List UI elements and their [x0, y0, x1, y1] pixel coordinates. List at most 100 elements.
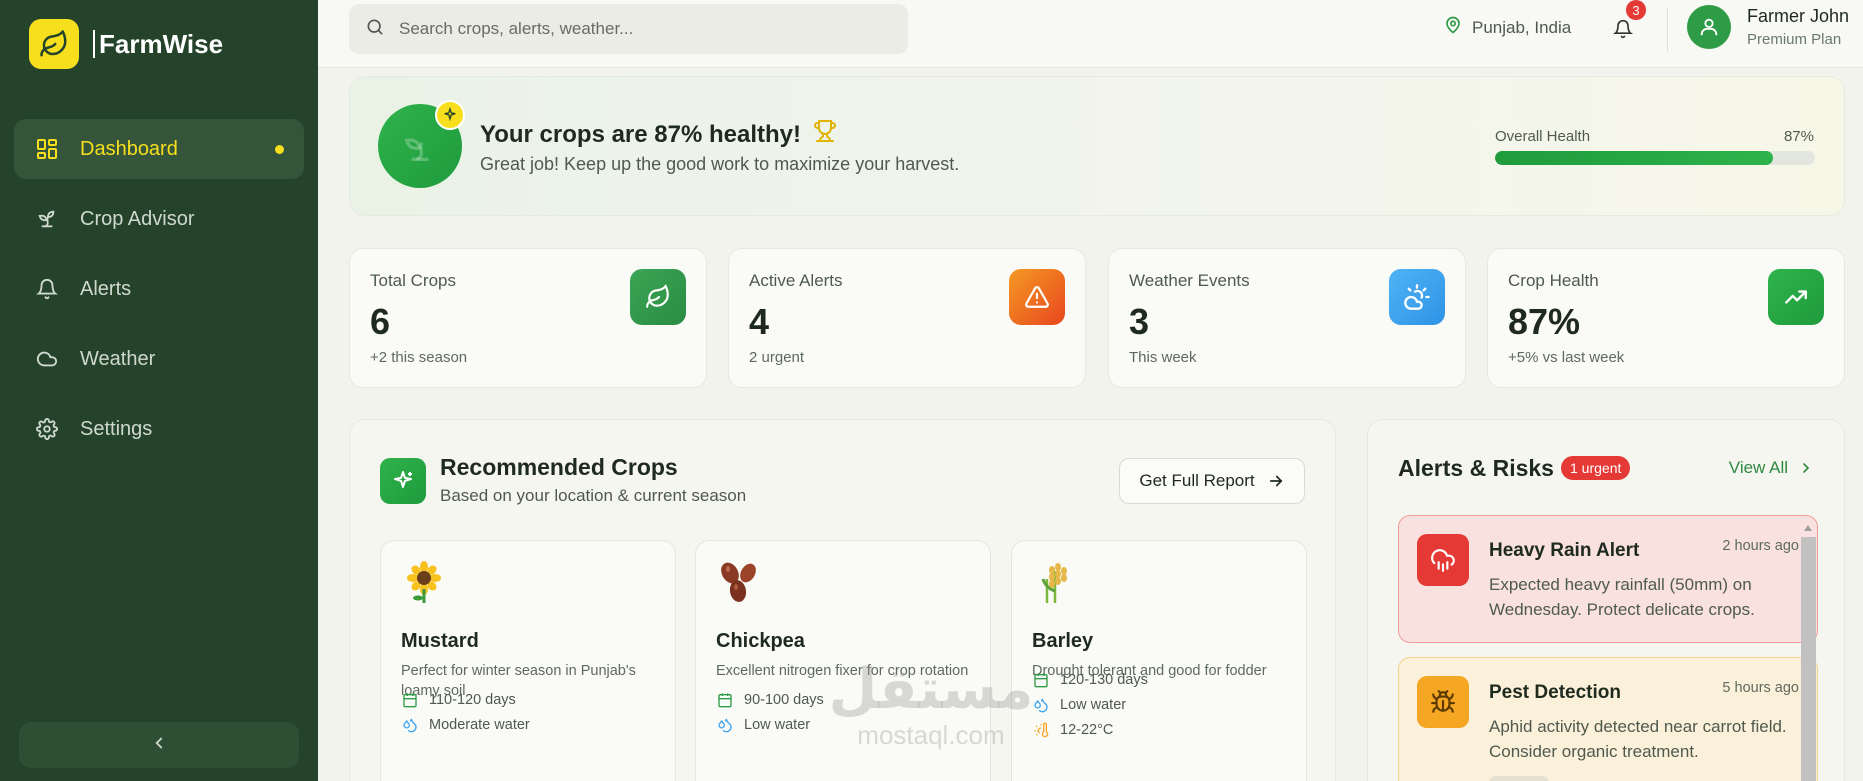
recommended-crops-subtitle: Based on your location & current season [440, 486, 747, 505]
arrow-right-icon [1267, 472, 1285, 490]
stat-label: Crop Health [1508, 271, 1599, 290]
alert-tag [1489, 776, 1549, 781]
sidebar-item-crop-advisor[interactable]: Crop Advisor [14, 189, 304, 249]
bell-icon [34, 276, 60, 302]
crop-water-text: Low water [744, 717, 811, 733]
scroll-thumb[interactable] [1801, 537, 1816, 781]
alerts-title: Alerts & Risks [1398, 455, 1554, 481]
sidebar-item-label: Crop Advisor [80, 207, 195, 230]
map-pin-icon [1444, 16, 1462, 39]
user-menu[interactable]: Farmer John Premium Plan [1687, 5, 1849, 49]
crop-temp-row: 12-22°C [1032, 721, 1113, 739]
crop-card-barley[interactable]: Barley Drought tolerant and good for fod… [1011, 540, 1307, 781]
stat-sub: +2 this season [370, 349, 468, 366]
user-name: Farmer John [1747, 6, 1850, 26]
sunflower-icon [401, 559, 447, 605]
crop-duration-row: 120-130 days [1032, 671, 1148, 689]
view-all-link[interactable]: View All [1729, 458, 1814, 478]
watermark: مستقل mostaql.com [826, 660, 1036, 751]
crop-name: Mustard [401, 630, 479, 652]
recommended-crops-title: Recommended Crops [440, 454, 678, 480]
search-input[interactable] [399, 19, 879, 39]
sidebar-item-settings[interactable]: Settings [14, 399, 304, 459]
alert-card-pest-detection[interactable]: Pest Detection 5 hours ago Aphid activit… [1398, 657, 1818, 781]
brand[interactable]: FarmWise [29, 19, 223, 69]
sparkle-icon [435, 100, 465, 130]
sun-cloud-icon [1389, 269, 1445, 325]
collapse-sidebar-button[interactable] [19, 722, 299, 768]
alert-card-heavy-rain[interactable]: Heavy Rain Alert 2 hours ago Expected he… [1398, 515, 1818, 643]
chevron-right-icon [1798, 460, 1814, 476]
droplets-icon [716, 716, 734, 734]
stat-value: 6 [370, 301, 391, 342]
crop-duration-row: 110-120 days [401, 691, 516, 709]
stat-card-weather-events[interactable]: Weather Events 3 This week [1108, 248, 1466, 388]
crop-card-mustard[interactable]: Mustard Perfect for winter season in Pun… [380, 540, 676, 781]
stat-value: 87% [1508, 301, 1581, 342]
trend-up-icon [1768, 269, 1824, 325]
stat-card-total-crops[interactable]: Total Crops 6 +2 this season [349, 248, 707, 388]
rain-cloud-icon [1417, 534, 1469, 586]
wheat-icon [1032, 559, 1078, 605]
location-selector[interactable]: Punjab, India [1444, 16, 1571, 39]
active-indicator-dot [275, 145, 284, 154]
bell-icon [1612, 19, 1634, 44]
search-bar[interactable] [349, 4, 908, 54]
watermark-arabic: مستقل [828, 657, 1034, 722]
calendar-icon [716, 691, 734, 709]
location-text: Punjab, India [1472, 17, 1572, 37]
view-all-label: View All [1728, 458, 1788, 477]
chevron-left-icon [150, 734, 168, 757]
sidebar-item-label: Settings [80, 417, 153, 440]
notifications-button[interactable]: 3 [1608, 0, 1646, 46]
bug-icon [1417, 676, 1469, 728]
crop-duration-text: 90-100 days [744, 692, 824, 708]
beans-icon [716, 559, 762, 605]
stat-label: Total Crops [370, 271, 456, 290]
crop-name: Barley [1032, 630, 1094, 652]
notification-count-badge: 3 [1626, 0, 1646, 20]
health-banner: Your crops are 87% healthy! Great job! K… [349, 76, 1845, 216]
brand-name: FarmWise [93, 30, 223, 58]
stat-card-active-alerts[interactable]: Active Alerts 4 2 urgent [728, 248, 1086, 388]
banner-title: Your crops are 87% healthy! [480, 119, 837, 150]
search-icon [365, 17, 385, 42]
stat-card-crop-health[interactable]: Crop Health 87% +5% vs last week [1487, 248, 1845, 388]
sidebar: FarmWise Dashboard Crop Advisor Alerts W… [0, 0, 318, 781]
crop-duration-row: 90-100 days [716, 691, 824, 709]
sprout-icon [34, 206, 60, 232]
get-full-report-button[interactable]: Get Full Report [1119, 458, 1305, 504]
crop-water-text: Low water [1060, 697, 1127, 713]
stat-label: Weather Events [1129, 271, 1250, 290]
avatar [1687, 5, 1731, 49]
alert-title: Heavy Rain Alert [1489, 540, 1640, 561]
sidebar-item-dashboard[interactable]: Dashboard [14, 119, 304, 179]
crop-water-row: Low water [716, 716, 810, 734]
scroll-up-arrow-icon[interactable] [1799, 519, 1817, 537]
alerts-scrollbar[interactable] [1799, 519, 1817, 781]
sidebar-item-label: Dashboard [80, 137, 178, 160]
sidebar-item-weather[interactable]: Weather [14, 329, 304, 389]
alert-time: 2 hours ago [1722, 538, 1799, 554]
overall-health-progress [1495, 151, 1815, 165]
crop-temp-text: 12-22°C [1060, 722, 1114, 738]
banner-title-text: Your crops are 87% healthy! [480, 120, 801, 148]
crop-water-text: Moderate water [429, 717, 530, 733]
watermark-latin: mostaql.com [857, 720, 1005, 750]
leaf-icon [630, 269, 686, 325]
stat-label: Active Alerts [749, 271, 843, 290]
gear-icon [34, 416, 60, 442]
sparkles-icon [380, 458, 426, 504]
leaf-logo-icon [29, 19, 79, 69]
alerts-risks-panel: Alerts & Risks 1 urgent View All Heavy R… [1367, 419, 1845, 781]
topbar-divider [1667, 8, 1668, 52]
overall-health-progress-fill [1495, 151, 1774, 165]
sidebar-item-label: Weather [80, 347, 156, 370]
crop-water-row: Low water [1032, 696, 1126, 714]
crop-name: Chickpea [716, 630, 805, 652]
overall-health-value: 87% [1783, 128, 1814, 145]
sidebar-nav: Dashboard Crop Advisor Alerts Weather Se… [14, 119, 304, 469]
cloud-icon [34, 346, 60, 372]
sidebar-item-alerts[interactable]: Alerts [14, 259, 304, 319]
sidebar-item-label: Alerts [80, 277, 132, 300]
